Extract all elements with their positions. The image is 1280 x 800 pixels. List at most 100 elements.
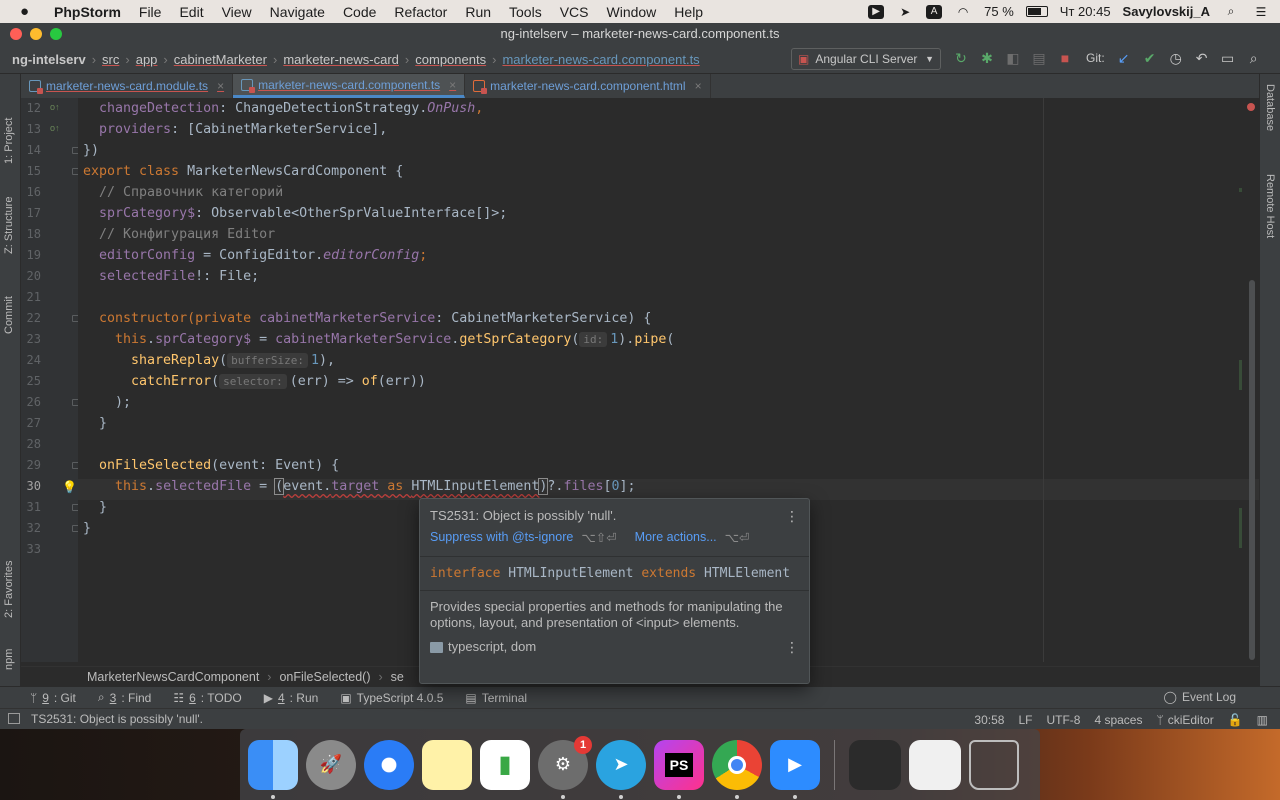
suppress-ts-ignore-link[interactable]: Suppress with @ts-ignore <box>430 530 573 545</box>
crumb-app[interactable]: app <box>136 52 158 67</box>
vcs-change-marker[interactable] <box>1239 188 1242 192</box>
memory-indicator-icon[interactable]: ▥ <box>1257 713 1268 727</box>
git-rollback-icon[interactable]: ↶ <box>1193 49 1211 67</box>
tab-component-ts[interactable]: marketer-news-card.component.ts × <box>233 74 466 98</box>
battery-icon[interactable] <box>1025 6 1048 17</box>
tool-remote-host[interactable]: Remote Host <box>1264 174 1276 238</box>
notes-icon[interactable] <box>422 739 472 790</box>
git-history-icon[interactable]: ◷ <box>1167 49 1185 67</box>
input-source-icon[interactable]: A <box>926 4 943 19</box>
menu-tools[interactable]: Tools <box>509 4 542 20</box>
battery-percent[interactable]: 75 % <box>984 4 1014 19</box>
tool-project[interactable]: 1: Project <box>3 84 15 164</box>
launchpad-icon[interactable]: 🚀 <box>306 739 356 790</box>
git-update-icon[interactable]: ↙ <box>1115 49 1133 67</box>
telegram-tray-icon[interactable]: ➤ <box>896 4 914 20</box>
stop-icon[interactable]: ■ <box>1056 49 1074 67</box>
tool-windows-toggle-icon[interactable] <box>8 713 20 724</box>
more-options-icon[interactable]: ⋮ <box>785 639 799 655</box>
tool-event-log[interactable]: ◯ Event Log <box>1164 690 1236 704</box>
menu-code[interactable]: Code <box>343 4 376 20</box>
menu-navigate[interactable]: Navigate <box>270 4 325 20</box>
apple-icon[interactable]: ● <box>20 3 40 20</box>
safari-icon[interactable] <box>364 739 414 790</box>
menu-file[interactable]: File <box>139 4 162 20</box>
tool-database[interactable]: Database <box>1264 84 1276 131</box>
menu-app-name[interactable]: PhpStorm <box>54 4 121 20</box>
crumb-src[interactable]: src <box>102 52 119 67</box>
indent-setting[interactable]: 4 spaces <box>1094 713 1142 727</box>
wifi-icon[interactable]: ◠ <box>954 4 972 20</box>
minimize-window-button[interactable] <box>30 28 42 40</box>
line-separator[interactable]: LF <box>1018 713 1032 727</box>
vcs-change-marker[interactable] <box>1239 508 1242 548</box>
tool-todo[interactable]: ☷ 6: TODO <box>173 691 241 705</box>
finder-icon[interactable] <box>248 739 298 799</box>
more-actions-link[interactable]: More actions... <box>635 530 717 545</box>
menubar-clock[interactable]: Чт 20:45 <box>1060 4 1111 19</box>
git-commit-icon[interactable]: ✔ <box>1141 49 1159 67</box>
phpstorm-icon[interactable]: PS <box>654 739 704 799</box>
trash-icon[interactable] <box>969 739 1019 790</box>
menubar-user[interactable]: Savylovskij_A <box>1123 4 1210 19</box>
tab-module-ts[interactable]: marketer-news-card.module.ts × <box>21 74 234 98</box>
debug-icon[interactable]: ✱ <box>978 49 996 67</box>
override-marker-icon[interactable]: o↑ <box>50 102 60 112</box>
crumb-cabinet-marketer[interactable]: cabinetMarketer <box>174 52 267 67</box>
rerun-icon[interactable]: ↻ <box>952 49 970 67</box>
tab-component-html[interactable]: marketer-news-card.component.html × <box>465 74 711 98</box>
minimized-window-chrome[interactable] <box>909 739 961 790</box>
spotlight-search-icon[interactable]: ⌕ <box>1222 4 1240 20</box>
tool-find[interactable]: ⌕ 3: Find <box>98 690 151 705</box>
crumb-class[interactable]: MarketerNewsCardComponent <box>87 670 259 684</box>
crumb-marketer-news-card[interactable]: marketer-news-card <box>283 52 399 67</box>
error-stripe-icon[interactable] <box>1247 103 1255 111</box>
close-icon[interactable]: × <box>449 78 456 92</box>
zoom-window-button[interactable] <box>50 28 62 40</box>
minimized-window-phpstorm[interactable] <box>849 739 901 790</box>
caret-position[interactable]: 30:58 <box>974 713 1004 727</box>
run-configuration-select[interactable]: ▣ Angular CLI Server ▼ <box>791 48 941 70</box>
crumb-project[interactable]: ng-intelserv <box>12 52 86 67</box>
menu-help[interactable]: Help <box>674 4 703 20</box>
override-marker-icon[interactable]: o↑ <box>50 123 60 133</box>
crumb-field[interactable]: se <box>391 670 404 684</box>
tool-structure[interactable]: Z: Structure <box>3 174 15 254</box>
lightbulb-icon[interactable]: 💡 <box>62 480 77 494</box>
profile-icon[interactable]: ▤ <box>1030 49 1048 67</box>
zoom-icon[interactable]: ▶ <box>770 739 820 799</box>
editor-scrollbar[interactable] <box>1249 280 1255 660</box>
camera-icon[interactable]: ▶ <box>868 4 885 19</box>
system-preferences-icon[interactable]: ⚙ 1 <box>538 735 592 799</box>
tool-typescript[interactable]: ▣ TypeScript 4.0.5 <box>340 691 443 705</box>
close-icon[interactable]: × <box>217 79 224 93</box>
menu-refactor[interactable]: Refactor <box>394 4 447 20</box>
tool-git[interactable]: ᛘ9: Git <box>30 691 76 705</box>
vcs-change-marker[interactable] <box>1239 360 1242 390</box>
tool-run[interactable]: ▶ 4: Run <box>264 691 319 705</box>
git-branch-widget[interactable]: ᛘ ckiEditor <box>1156 713 1213 727</box>
presentation-icon[interactable]: ▭ <box>1219 49 1237 67</box>
notification-center-icon[interactable]: ☰ <box>1252 4 1270 20</box>
coverage-icon[interactable]: ◧ <box>1004 49 1022 67</box>
numbers-icon[interactable]: ▮ <box>480 739 530 790</box>
close-window-button[interactable] <box>10 28 22 40</box>
telegram-icon[interactable]: ➤ <box>596 739 646 799</box>
crumb-file[interactable]: marketer-news-card.component.ts <box>502 52 699 67</box>
crumb-method[interactable]: onFileSelected() <box>279 670 370 684</box>
chrome-icon[interactable] <box>712 739 762 799</box>
crumb-components[interactable]: components <box>415 52 486 67</box>
tool-terminal[interactable]: ▤ Terminal <box>465 691 527 705</box>
menu-vcs[interactable]: VCS <box>560 4 589 20</box>
tool-commit[interactable]: Commit <box>3 274 15 334</box>
status-message[interactable]: TS2531: Object is possibly 'null'. <box>31 712 203 726</box>
close-icon[interactable]: × <box>695 79 702 93</box>
tool-favorites[interactable]: 2: Favorites <box>3 536 15 618</box>
menu-run[interactable]: Run <box>465 4 491 20</box>
file-encoding[interactable]: UTF-8 <box>1046 713 1080 727</box>
menu-window[interactable]: Window <box>607 4 657 20</box>
tool-npm[interactable]: npm <box>3 634 15 670</box>
lock-icon[interactable]: 🔓 <box>1228 713 1243 727</box>
more-options-icon[interactable]: ⋮ <box>785 508 799 525</box>
search-everywhere-icon[interactable]: ⌕ <box>1245 49 1263 67</box>
